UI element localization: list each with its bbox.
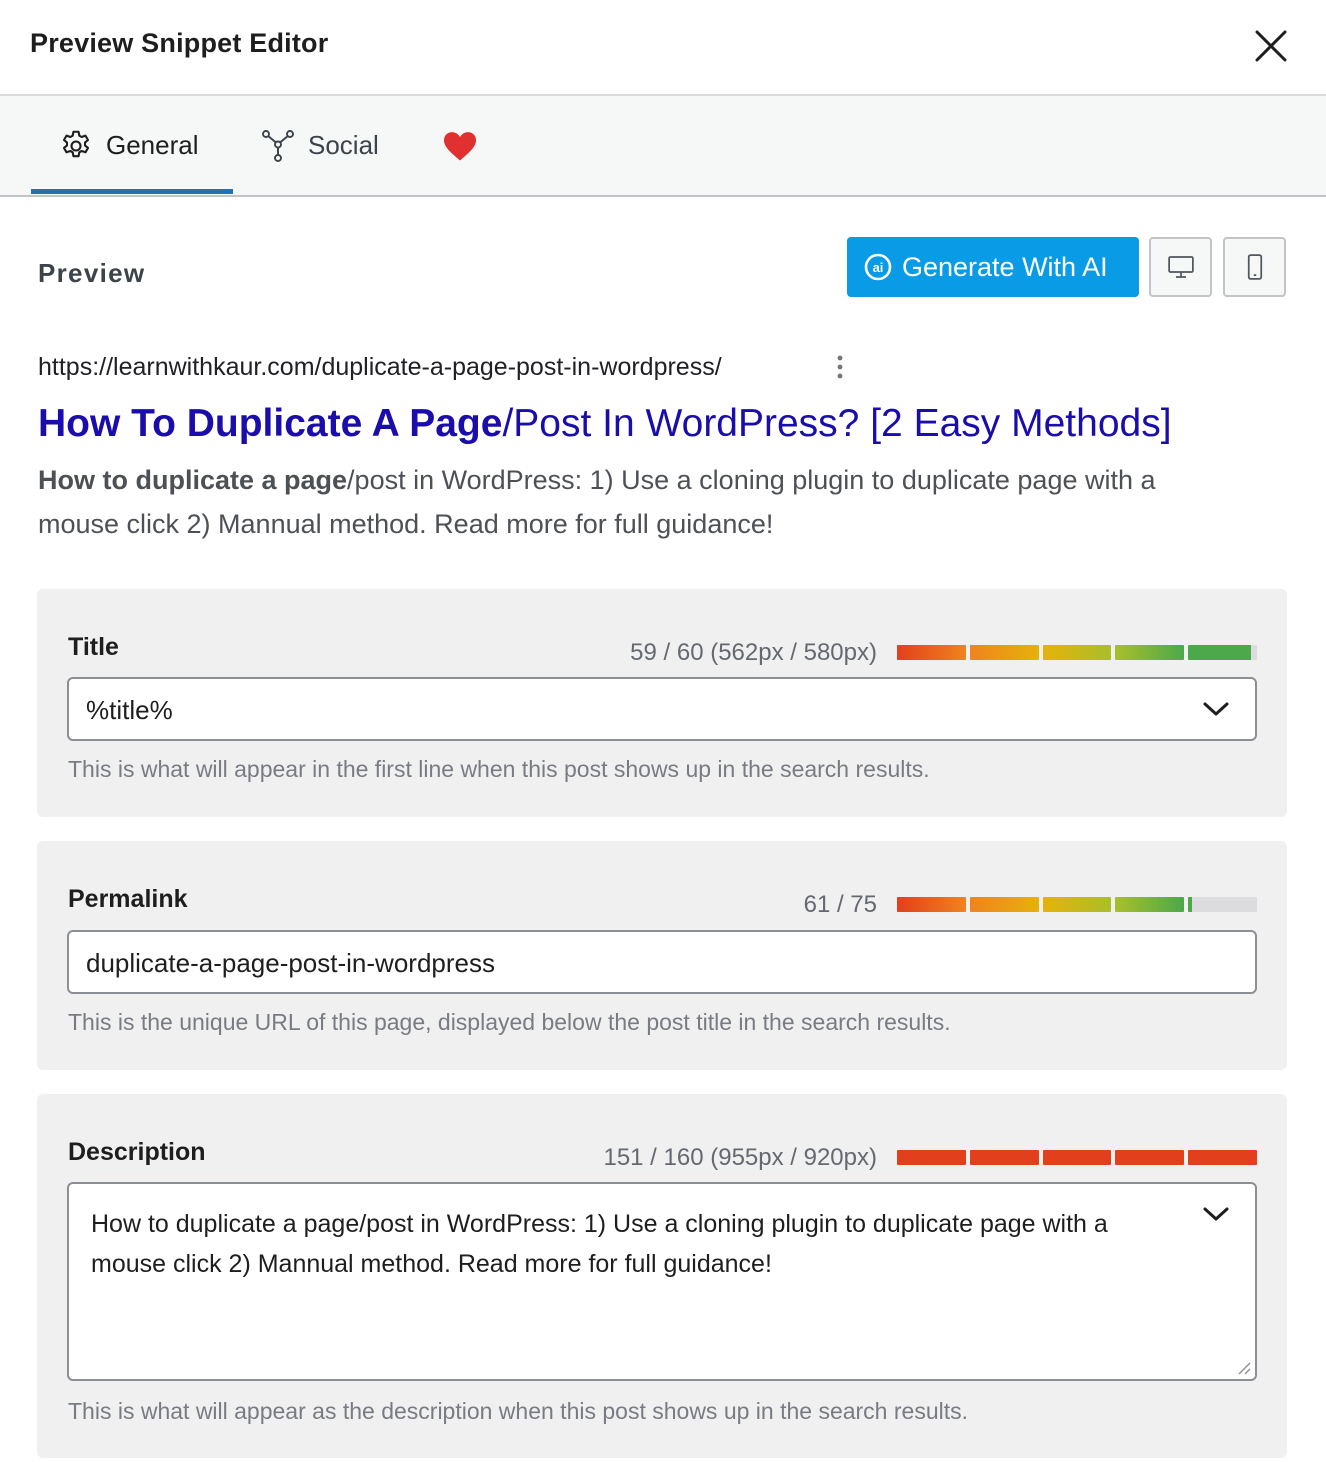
modal-header: Preview Snippet Editor — [0, 0, 1326, 96]
meter-segment — [1042, 645, 1112, 660]
chevron-down-icon[interactable] — [1201, 699, 1231, 719]
title-input[interactable]: %title% — [67, 677, 1257, 741]
permalink-counter: 61 / 75 — [803, 891, 877, 918]
tab-favorite[interactable] — [442, 96, 478, 195]
resize-handle-icon[interactable] — [1236, 1360, 1252, 1376]
permalink-input-value: duplicate-a-page-post-in-wordpress — [86, 948, 495, 978]
snippet-editor-modal: Preview Snippet Editor General Social Pr… — [0, 0, 1326, 1462]
permalink-field-panel: Permalink 61 / 75 duplicate-a-page-post-… — [37, 841, 1287, 1070]
generate-with-ai-label: Generate With AI — [902, 251, 1108, 282]
tab-social-label: Social — [308, 130, 379, 160]
share-nodes-icon — [260, 128, 296, 164]
meter-segment — [1115, 645, 1185, 660]
close-button[interactable] — [1250, 25, 1292, 67]
desktop-preview-button[interactable] — [1149, 237, 1212, 297]
description-textarea-value: How to duplicate a page/post in WordPres… — [91, 1210, 1108, 1278]
meter-segment — [1188, 897, 1257, 912]
meter-segment — [1042, 897, 1112, 912]
title-label: Title — [68, 633, 119, 661]
mobile-preview-button[interactable] — [1223, 237, 1286, 297]
close-icon — [1255, 30, 1287, 62]
description-counter: 151 / 160 (955px / 920px) — [603, 1144, 877, 1171]
description-field-panel: Description 151 / 160 (955px / 920px) Ho… — [37, 1094, 1287, 1458]
tab-bar: General Social — [0, 96, 1326, 197]
modal-title: Preview Snippet Editor — [30, 28, 329, 58]
meter-segment — [1115, 1150, 1185, 1165]
serp-title-bold: How To Duplicate A Page — [38, 402, 503, 445]
generate-with-ai-button[interactable]: ai Generate With AI — [847, 237, 1139, 297]
meter-segment — [897, 897, 966, 912]
description-textarea[interactable]: How to duplicate a page/post in WordPres… — [67, 1182, 1257, 1381]
heart-icon — [442, 128, 478, 164]
active-tab-indicator — [31, 189, 233, 194]
title-input-value: %title% — [86, 695, 173, 725]
title-help-text: This is what will appear in the first li… — [68, 756, 930, 782]
serp-url: https://learnwithkaur.com/duplicate-a-pa… — [38, 353, 722, 381]
preview-heading: Preview — [38, 258, 146, 288]
title-length-meter — [897, 645, 1257, 660]
permalink-input[interactable]: duplicate-a-page-post-in-wordpress — [67, 930, 1257, 994]
chevron-down-icon[interactable] — [1201, 1204, 1231, 1224]
tab-general[interactable]: General — [58, 96, 199, 195]
permalink-length-meter — [897, 897, 1257, 912]
meter-segment — [897, 1150, 966, 1165]
svg-text:ai: ai — [873, 260, 884, 275]
meter-segment — [969, 897, 1039, 912]
title-field-panel: Title 59 / 60 (562px / 580px) %title% Th… — [37, 589, 1287, 817]
tab-social[interactable]: Social — [260, 96, 379, 195]
ai-icon: ai — [863, 252, 893, 282]
gear-icon — [58, 128, 94, 164]
serp-description: How to duplicate a page/post in WordPres… — [38, 458, 1238, 546]
meter-segment — [1115, 897, 1185, 912]
description-label: Description — [68, 1138, 206, 1166]
title-counter: 59 / 60 (562px / 580px) — [630, 639, 877, 666]
meter-segment — [1188, 645, 1257, 660]
meter-segment — [1042, 1150, 1112, 1165]
tab-general-label: General — [106, 130, 199, 160]
meter-segment — [1188, 1150, 1257, 1165]
mobile-icon — [1247, 254, 1262, 280]
meter-segment — [969, 645, 1039, 660]
meter-segment — [969, 1150, 1039, 1165]
permalink-label: Permalink — [68, 885, 188, 913]
more-options-icon[interactable] — [828, 352, 852, 382]
meter-segment — [897, 645, 966, 660]
description-help-text: This is what will appear as the descript… — [68, 1398, 968, 1424]
serp-title[interactable]: How To Duplicate A Page/Post In WordPres… — [38, 402, 1172, 446]
serp-desc-bold: How to duplicate a page — [38, 465, 348, 495]
desktop-icon — [1167, 256, 1194, 278]
serp-title-rest: /Post In WordPress? [2 Easy Methods] — [502, 402, 1172, 445]
permalink-help-text: This is the unique URL of this page, dis… — [68, 1009, 951, 1035]
description-length-meter — [897, 1150, 1257, 1165]
